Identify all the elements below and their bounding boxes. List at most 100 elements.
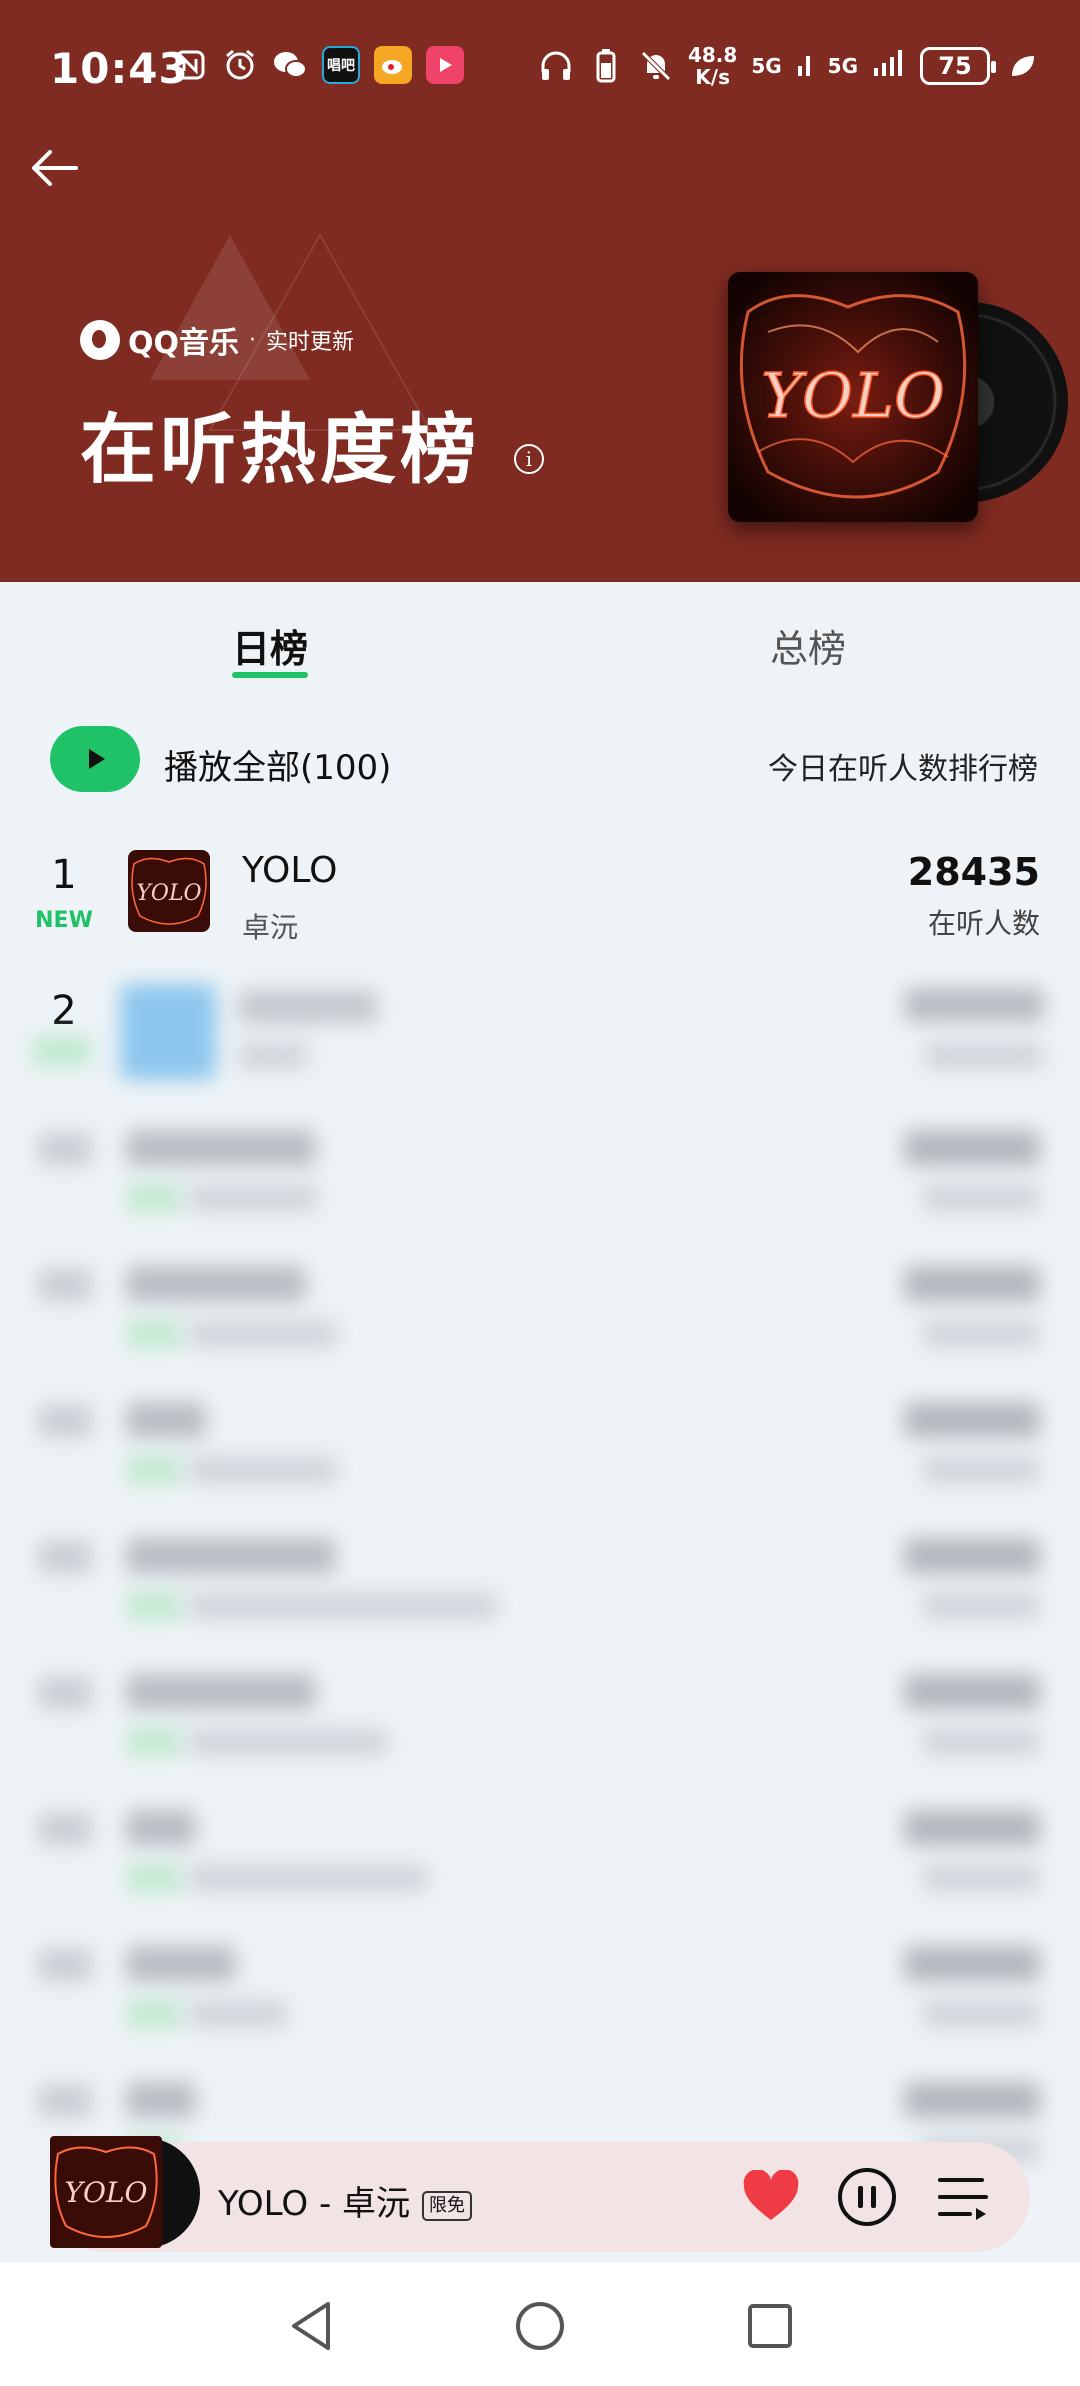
blurred-rank <box>38 1404 92 1438</box>
song-rank: 2 <box>51 988 77 1034</box>
blurred-tag <box>126 1864 182 1892</box>
blurred-artist <box>188 1320 338 1348</box>
mute-bell-icon <box>638 48 674 84</box>
blurred-count-label <box>922 1592 1040 1620</box>
signal-label-1: 5G <box>751 54 782 78</box>
headphones-icon <box>538 48 574 84</box>
pause-icon-bar <box>871 2186 876 2208</box>
song-title: YOLO <box>242 850 338 891</box>
svg-text:YOLO: YOLO <box>761 359 945 432</box>
blurred-count-label <box>922 1184 1040 1212</box>
brand-name: QQ音乐 <box>128 326 240 361</box>
brand-dot: · <box>249 327 257 353</box>
blurred-badge <box>32 1036 92 1066</box>
blurred-count <box>904 2082 1040 2118</box>
song-row-2[interactable]: 2 <box>0 980 1080 1110</box>
status-right: 48.8 K/s 5G 5G 75 <box>538 44 1040 88</box>
blurred-artist <box>238 1042 308 1070</box>
blurred-rank <box>38 1812 92 1846</box>
blurred-rank <box>38 1132 92 1166</box>
tab-total[interactable]: 总榜 <box>770 618 846 673</box>
now-playing-text: YOLO - 卓沅 <box>218 2184 411 2224</box>
blurred-count <box>904 1402 1040 1438</box>
nav-home-icon[interactable] <box>512 2298 568 2354</box>
leaf-icon <box>1004 48 1040 84</box>
pause-button[interactable] <box>838 2168 896 2226</box>
blurred-rank <box>38 1540 92 1574</box>
blurred-count-label <box>922 2000 1040 2028</box>
blurred-count-label <box>922 1864 1040 1892</box>
blurred-title <box>126 2082 196 2118</box>
blurred-rank <box>38 1948 92 1982</box>
mini-player-cover: YOLO <box>50 2132 200 2252</box>
status-bar: 10:43 唱吧 48.8 K/s 5G 5G 75 <box>0 0 1080 140</box>
heart-icon[interactable] <box>742 2169 800 2224</box>
status-app-icons: 唱吧 <box>172 46 464 84</box>
info-icon[interactable]: i <box>514 444 544 474</box>
changba-icon: 唱吧 <box>322 46 360 84</box>
blurred-title <box>126 1946 236 1982</box>
nav-back-icon[interactable] <box>284 2298 340 2354</box>
now-playing-title: YOLO - 卓沅 限免 <box>218 2176 473 2225</box>
qq-music-logo-icon <box>80 320 120 360</box>
back-arrow-icon[interactable] <box>26 140 86 200</box>
song-row-blurred[interactable] <box>0 1662 1080 1792</box>
blurred-tag <box>126 1184 182 1212</box>
blurred-rank <box>38 1268 92 1302</box>
battery-indicator: 75 <box>920 47 996 85</box>
brand-subtitle: 实时更新 <box>266 330 355 355</box>
wechat-icon <box>272 47 308 83</box>
blurred-tag <box>126 1456 182 1484</box>
blurred-rank <box>38 1676 92 1710</box>
video-icon <box>426 46 464 84</box>
playlist-icon[interactable] <box>936 2172 990 2222</box>
song-rank: 1 <box>51 852 77 898</box>
blurred-tag <box>126 1592 182 1620</box>
blurred-tag <box>126 2000 182 2028</box>
song-row-1[interactable]: 1 NEW YOLO YOLO 卓沅 28435 在听人数 <box>0 840 1080 970</box>
chart-header: 10:43 唱吧 48.8 K/s 5G 5G 75 QQ音乐 · 实时更新 在… <box>0 0 1080 582</box>
song-thumbnail: YOLO <box>128 850 210 932</box>
tab-daily[interactable]: 日榜 <box>232 618 308 673</box>
blurred-count <box>904 1538 1040 1574</box>
net-speed-unit: K/s <box>695 65 730 89</box>
blurred-count <box>904 988 1044 1022</box>
play-all-button[interactable] <box>50 726 140 792</box>
song-row-blurred[interactable] <box>0 1254 1080 1384</box>
blurred-artist <box>188 1728 388 1756</box>
album-art: YOLO <box>728 272 978 522</box>
blurred-title <box>238 990 378 1024</box>
song-row-blurred[interactable] <box>0 1390 1080 1520</box>
blurred-title <box>126 1674 316 1710</box>
nfc-icon <box>172 47 208 83</box>
active-tab-indicator <box>232 672 308 678</box>
blurred-title <box>126 1810 196 1846</box>
mini-player[interactable]: YOLO YOLO - 卓沅 限免 <box>50 2136 1030 2252</box>
net-speed: 48.8 K/s <box>688 44 737 88</box>
nav-recents-icon[interactable] <box>742 2298 798 2354</box>
system-nav-bar <box>0 2262 1080 2386</box>
song-row-blurred[interactable] <box>0 1798 1080 1928</box>
pause-icon-bar <box>858 2186 863 2208</box>
play-all-label[interactable]: 播放全部(100) <box>164 740 391 789</box>
blurred-title <box>126 1130 316 1166</box>
net-speed-value: 48.8 <box>687 43 738 67</box>
blurred-artist <box>188 1456 338 1484</box>
blurred-count-label <box>922 1456 1040 1484</box>
play-all-row: 播放全部(100) 今日在听人数排行榜 <box>0 720 1080 800</box>
page-title: 在听热度榜 <box>80 405 480 494</box>
blurred-thumbnail <box>120 984 216 1080</box>
blurred-count-label <box>922 1320 1040 1348</box>
blurred-count-label <box>922 1728 1040 1756</box>
chart-tabs: 日榜 总榜 <box>0 582 1080 702</box>
signal-bars-2-icon <box>872 48 906 84</box>
signal-bars-1-icon <box>796 48 814 84</box>
blurred-count-label <box>924 1042 1044 1070</box>
song-row-blurred[interactable] <box>0 1526 1080 1656</box>
signal-label-2: 5G <box>827 54 858 78</box>
song-row-blurred[interactable] <box>0 1118 1080 1248</box>
blurred-title <box>126 1538 336 1574</box>
svg-text:YOLO: YOLO <box>65 2176 148 2209</box>
blurred-title <box>126 1402 206 1438</box>
song-row-blurred[interactable] <box>0 1934 1080 2064</box>
